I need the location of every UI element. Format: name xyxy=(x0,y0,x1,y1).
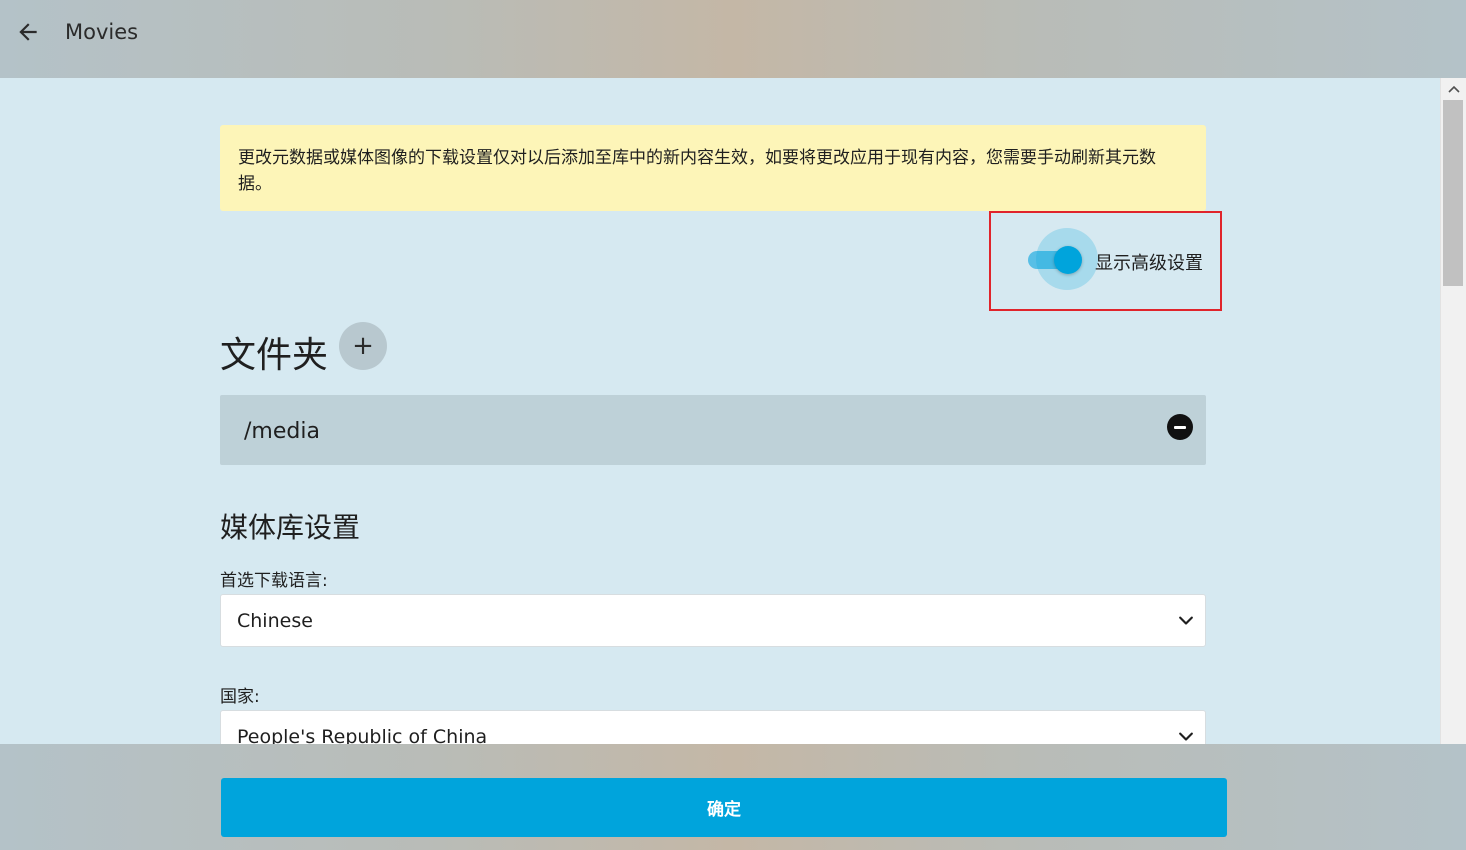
country-label: 国家: xyxy=(220,687,260,707)
library-settings-heading: 媒体库设置 xyxy=(220,511,361,544)
folder-row[interactable]: /media xyxy=(220,395,1206,465)
folder-path: /media xyxy=(244,419,320,444)
back-button[interactable] xyxy=(10,14,46,50)
vertical-scrollbar[interactable] xyxy=(1440,78,1466,744)
plus-icon: + xyxy=(352,331,374,361)
chevron-down-icon xyxy=(1179,732,1193,741)
metadata-notice: 更改元数据或媒体图像的下载设置仅对以后添加至库中的新内容生效，如要将更改应用于现… xyxy=(220,125,1206,211)
toggle-knob[interactable] xyxy=(1054,246,1082,274)
country-select-value: People's Republic of China xyxy=(237,726,488,744)
caret-up-icon xyxy=(1448,85,1460,93)
library-edit-content: 更改元数据或媒体图像的下载设置仅对以后添加至库中的新内容生效，如要将更改应用于现… xyxy=(0,78,1440,744)
page-title: Movies xyxy=(65,20,139,44)
language-label: 首选下载语言: xyxy=(220,571,328,591)
advanced-settings-toggle[interactable] xyxy=(1028,228,1098,290)
minus-icon xyxy=(1174,425,1186,429)
language-select[interactable]: Chinese xyxy=(220,594,1206,647)
footer-bar: 确定 xyxy=(0,744,1466,850)
app-header: Movies xyxy=(0,0,1466,78)
scrollbar-thumb[interactable] xyxy=(1443,100,1463,286)
folders-heading: 文件夹 xyxy=(220,335,329,376)
add-folder-button[interactable]: + xyxy=(339,322,387,370)
advanced-settings-label[interactable]: 显示高级设置 xyxy=(1095,249,1203,275)
language-select-value: Chinese xyxy=(237,610,313,632)
remove-folder-button[interactable] xyxy=(1167,414,1193,440)
arrow-left-icon xyxy=(19,23,37,41)
country-select[interactable]: People's Republic of China xyxy=(220,710,1206,744)
confirm-button[interactable]: 确定 xyxy=(221,778,1227,837)
scroll-up-button[interactable] xyxy=(1441,78,1466,100)
chevron-down-icon xyxy=(1179,616,1193,625)
